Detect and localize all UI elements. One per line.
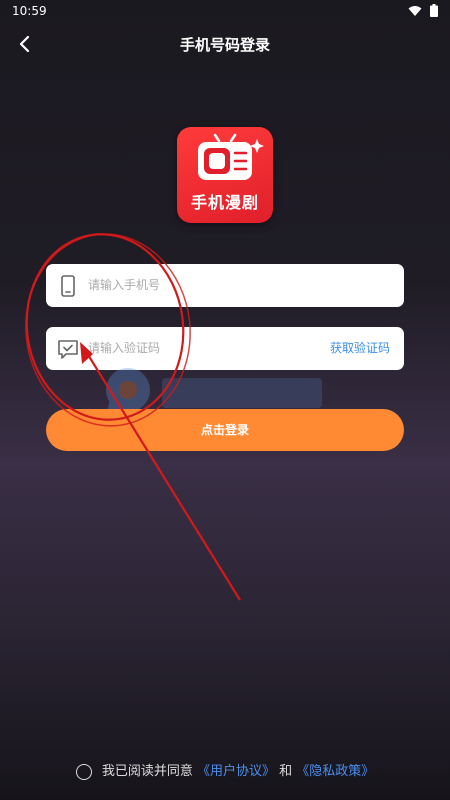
wifi-icon (408, 5, 422, 16)
status-time: 10:59 (12, 4, 47, 18)
status-bar: 10:59 (0, 0, 450, 24)
battery-icon (430, 4, 438, 17)
phone-input[interactable] (88, 264, 318, 307)
page-title: 手机号码登录 (179, 36, 270, 54)
phone-icon (61, 275, 75, 297)
tv-icon (198, 133, 264, 180)
nav-bar: 手机号码登录 (0, 24, 450, 64)
privacy-policy-link[interactable]: 《隐私政策》 (296, 764, 374, 779)
message-check-icon (58, 340, 78, 359)
agreement-row: 我已阅读并同意 《用户协议》 和 《隐私政策》 (0, 760, 450, 780)
logo-text: 手机漫剧 (190, 193, 259, 212)
user-agreement-link[interactable]: 《用户协议》 (197, 764, 275, 779)
app-logo: 手机漫剧 (177, 127, 273, 223)
agreement-prefix: 我已阅读并同意 (101, 764, 193, 779)
status-icons (408, 4, 438, 17)
agreement-and: 和 (279, 764, 293, 779)
phone-field (46, 264, 404, 307)
agreement-radio[interactable] (75, 763, 92, 780)
login-button[interactable]: 点击登录 (46, 409, 404, 451)
